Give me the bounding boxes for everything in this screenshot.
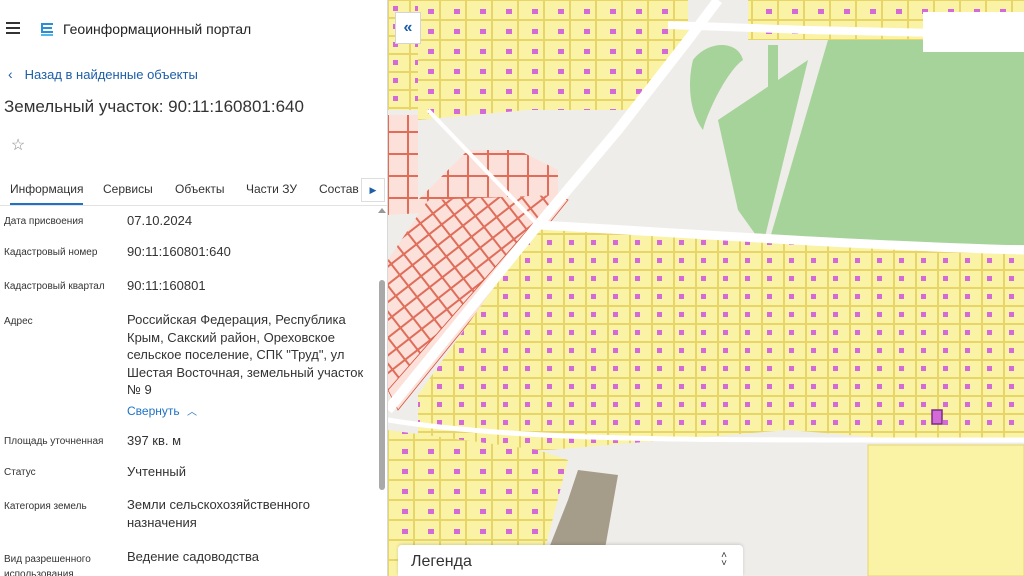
property-label: Адрес — [4, 316, 33, 327]
property-label: Площадь уточненная — [4, 436, 104, 447]
tabs-scroll-right-icon[interactable]: ▶ — [361, 178, 385, 202]
chevron-up-icon: ︿ — [186, 407, 197, 418]
property-value: 397 кв. м — [127, 433, 182, 448]
tab-information[interactable]: Информация — [10, 182, 84, 205]
favorite-star-icon[interactable]: ☆ — [3, 131, 33, 161]
property-label: Вид разрешенного использования — [4, 554, 91, 576]
tab-parcel-parts[interactable]: Части ЗУ — [246, 182, 297, 196]
portal-logo-icon — [41, 23, 53, 36]
parcel-area — [867, 444, 1024, 576]
scrollbar-thumb[interactable] — [379, 280, 385, 490]
map-canvas[interactable] — [388, 0, 1024, 576]
property-value: Ведение садоводства — [127, 549, 259, 564]
collapse-panel-icon[interactable]: « — [395, 12, 421, 44]
property-value: Земли сельскохозяйственного назначения — [127, 497, 310, 530]
back-to-results-link[interactable]: ‹ Назад в найденные объекты — [8, 66, 198, 82]
property-label: Дата присвоения — [4, 216, 84, 227]
property-value: 07.10.2024 — [127, 213, 193, 228]
tab-objects[interactable]: Объекты — [175, 182, 225, 196]
hamburger-menu-icon[interactable] — [6, 22, 20, 34]
property-value: 90:11:160801 — [127, 278, 206, 293]
green-patch — [768, 45, 778, 105]
info-panel: Геоинформационный портал ‹ Назад в найден… — [0, 0, 388, 576]
property-label: Статус — [4, 467, 36, 478]
address-value: Российская Федерация, Республика Крым, С… — [127, 312, 364, 397]
tab-services[interactable]: Сервисы — [103, 182, 153, 196]
selected-parcel[interactable] — [931, 409, 943, 425]
property-value: Учтенный — [127, 464, 187, 479]
property-label: Кадастровый номер — [4, 247, 98, 258]
scroll-up-arrow-icon[interactable] — [378, 208, 386, 213]
legend-title: Легенда — [411, 553, 472, 570]
expand-collapse-icon[interactable]: ˄ ˅ — [721, 551, 727, 569]
property-value: 90:11:160801:640 — [127, 244, 231, 259]
panel-scrollbar[interactable] — [378, 206, 386, 576]
page-title: Земельный участок: 90:11:160801:640 — [4, 97, 304, 116]
chevron-left-icon: ‹ — [8, 66, 13, 82]
property-label: Категория земель — [4, 501, 87, 512]
collapse-address-link[interactable]: Свернуть ︿ — [127, 403, 197, 418]
collapse-label: Свернуть — [127, 404, 180, 418]
app-title: Геоинформационный портал — [63, 21, 252, 37]
tab-composition[interactable]: Состав — [319, 182, 359, 196]
map-search-box[interactable] — [923, 12, 1024, 52]
back-link-label: Назад в найденные объекты — [24, 67, 198, 82]
map-view[interactable] — [388, 0, 1024, 576]
legend-panel[interactable]: Легенда ˄ ˅ — [398, 545, 743, 576]
top-bar: Геоинформационный портал — [0, 0, 387, 58]
property-label: Кадастровый квартал — [4, 281, 105, 292]
tab-bar: Информация Сервисы Объекты Части ЗУ Сост… — [0, 176, 387, 206]
